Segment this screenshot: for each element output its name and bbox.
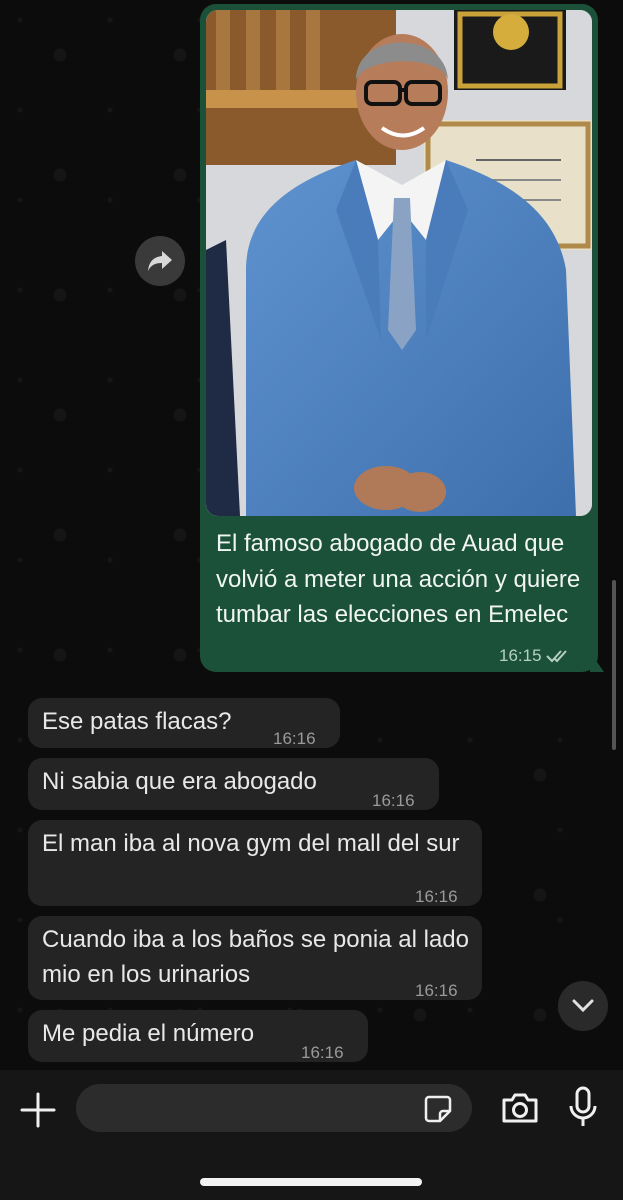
- camera-icon[interactable]: [500, 1090, 540, 1126]
- message-photo[interactable]: [206, 10, 592, 516]
- incoming-message-bubble[interactable]: Me pedia el número 16:16: [28, 1010, 368, 1062]
- incoming-message-bubble[interactable]: El man iba al nova gym del mall del sur …: [28, 820, 482, 906]
- sticker-icon[interactable]: [423, 1094, 453, 1124]
- message-text: El man iba al nova gym del mall del sur: [42, 830, 460, 857]
- outgoing-message-text: El famoso abogado de Auad que volvió a m…: [216, 530, 581, 628]
- message-time: 16:16: [301, 1043, 344, 1062]
- incoming-message-bubble[interactable]: Ni sabia que era abogado 16:16: [28, 758, 439, 810]
- microphone-icon[interactable]: [566, 1086, 600, 1128]
- forward-button[interactable]: [135, 236, 185, 286]
- message-input[interactable]: [76, 1084, 472, 1132]
- forward-icon: [148, 251, 172, 271]
- message-text: Ese patas flacas?: [42, 708, 232, 735]
- incoming-message-bubble[interactable]: Ese patas flacas? 16:16: [28, 698, 340, 748]
- message-text: Ni sabia que era abogado: [42, 768, 317, 795]
- incoming-message-bubble[interactable]: Cuando iba a los baños se ponia al lado …: [28, 916, 482, 1000]
- home-indicator: [200, 1178, 422, 1186]
- outgoing-message-meta: 16:15: [499, 646, 572, 666]
- message-time: 16:16: [372, 791, 415, 810]
- photo-illustration: [206, 10, 592, 516]
- plus-icon[interactable]: [18, 1090, 58, 1130]
- message-time: 16:16: [273, 729, 316, 748]
- double-check-icon: [545, 650, 567, 663]
- message-text: Cuando iba a los baños se ponia al lado …: [42, 926, 469, 988]
- scrollbar[interactable]: [612, 580, 616, 750]
- message-time: 16:16: [415, 981, 458, 1000]
- chevron-down-icon: [572, 999, 594, 1013]
- message-time: 16:15: [499, 646, 542, 665]
- bubble-tail: [590, 652, 604, 672]
- message-time: 16:16: [415, 887, 458, 906]
- scroll-down-button[interactable]: [558, 981, 608, 1031]
- message-text: Me pedia el número: [42, 1020, 255, 1047]
